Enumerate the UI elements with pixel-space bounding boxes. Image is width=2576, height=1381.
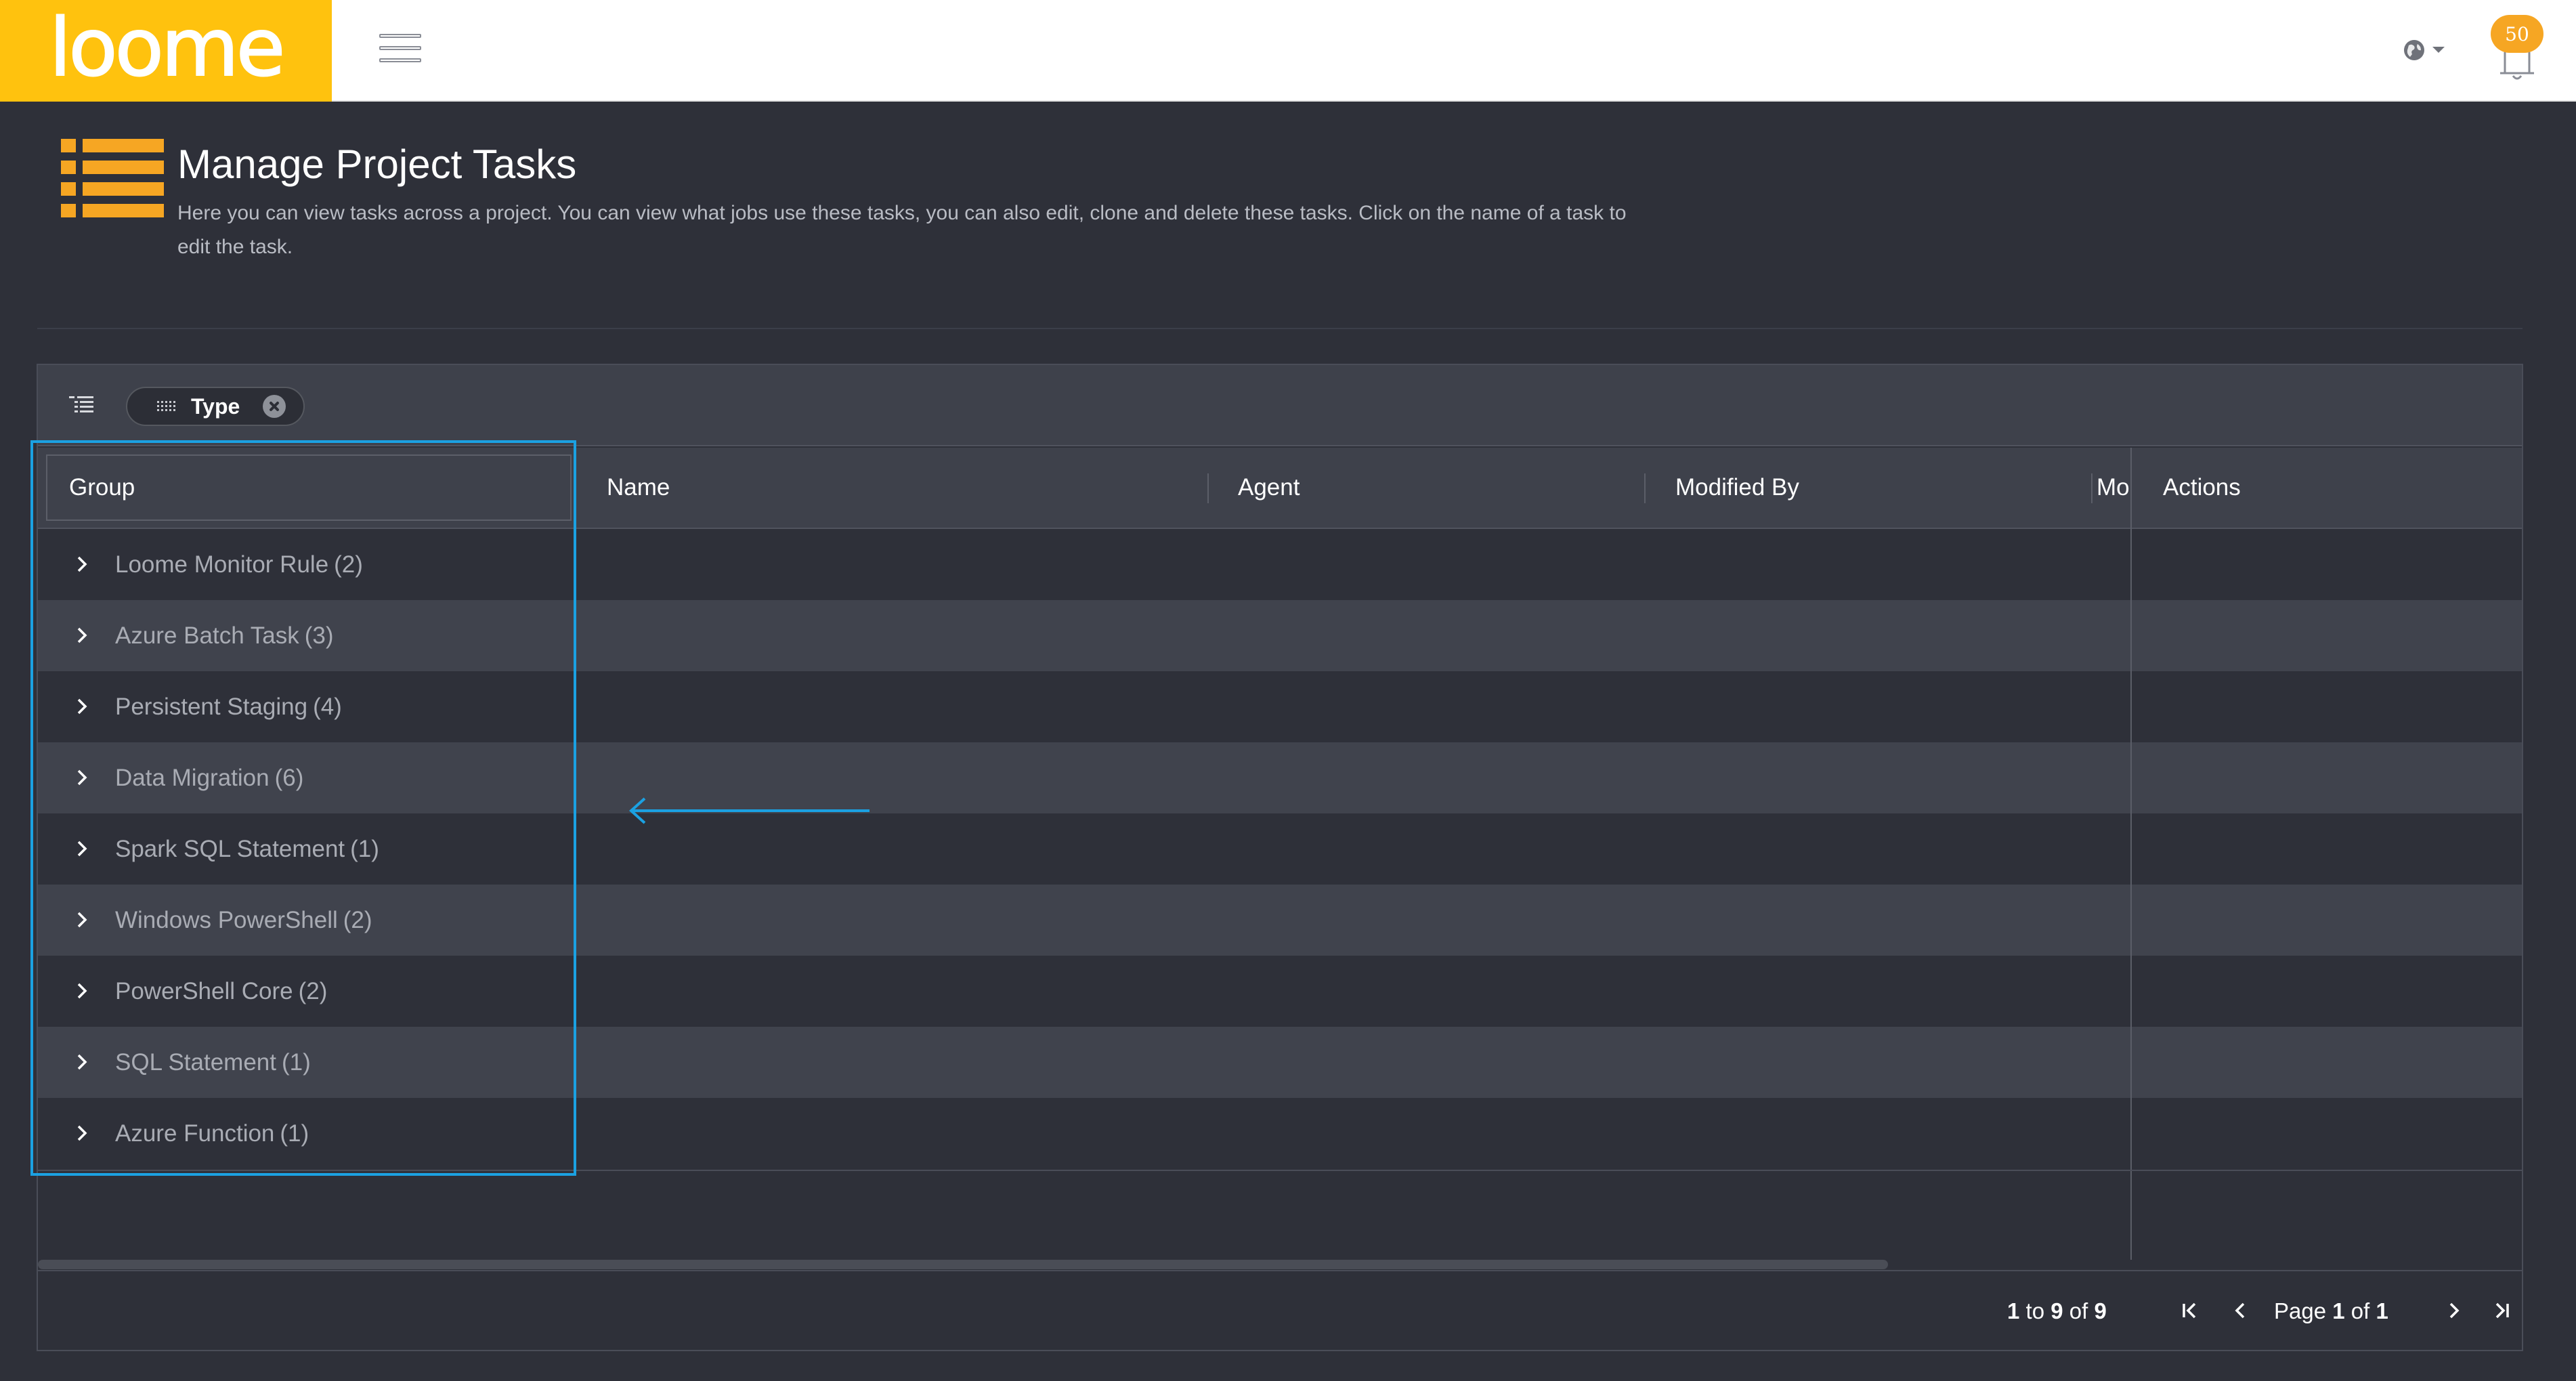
language-selector[interactable] [2403, 37, 2453, 64]
notifications-button[interactable]: 50 [2487, 15, 2548, 83]
page-description: Here you can view tasks across a project… [177, 202, 1627, 258]
page-title: Manage Project Tasks [177, 142, 577, 187]
column-resize-handle[interactable] [1644, 473, 1646, 503]
page-indicator: Page 1 of 1 [2274, 1298, 2388, 1323]
column-header-modified-truncated[interactable]: Mo [2097, 448, 2129, 528]
chevron-down-icon [2432, 47, 2445, 53]
chevron-right-icon[interactable] [2442, 1298, 2466, 1323]
column-resize-handle[interactable] [1207, 473, 1209, 503]
pinned-column-divider [2130, 448, 2132, 1266]
logo-text: loome [49, 1, 286, 94]
notification-badge: 50 [2491, 15, 2543, 53]
column-header-modified-by[interactable]: Modified By [1675, 448, 2014, 528]
column-header-agent[interactable]: Agent [1238, 448, 1576, 528]
horizontal-scrollbar-thumb[interactable] [38, 1260, 1888, 1269]
row-summary: 1 to 9 of 9 [2007, 1298, 2107, 1323]
annotation-arrow-icon [629, 797, 870, 824]
logo[interactable]: loome [0, 0, 332, 102]
last-page-icon[interactable] [2489, 1298, 2514, 1323]
globe-icon [2404, 40, 2424, 60]
top-navbar: loome 50 [0, 0, 2576, 102]
hamburger-icon[interactable] [379, 34, 421, 64]
tree-list-icon[interactable] [68, 395, 95, 415]
chevron-left-icon[interactable] [2228, 1298, 2252, 1323]
column-resize-handle[interactable] [2091, 473, 2092, 503]
first-page-icon[interactable] [2178, 1298, 2202, 1323]
group-by-chip[interactable]: Type [126, 387, 305, 426]
group-panel: Type [38, 365, 2522, 446]
group-chip-label: Type [191, 394, 240, 419]
annotation-highlight-box [30, 440, 576, 1176]
column-header-name[interactable]: Name [607, 448, 945, 528]
header-divider [37, 328, 2523, 329]
column-header-actions: Actions [2163, 474, 2241, 501]
close-circle-icon[interactable] [263, 395, 286, 418]
list-icon [61, 139, 164, 217]
grip-icon[interactable] [157, 400, 176, 413]
pagination-bar: 1 to 9 of 9 Page 1 of 1 [38, 1270, 2522, 1350]
